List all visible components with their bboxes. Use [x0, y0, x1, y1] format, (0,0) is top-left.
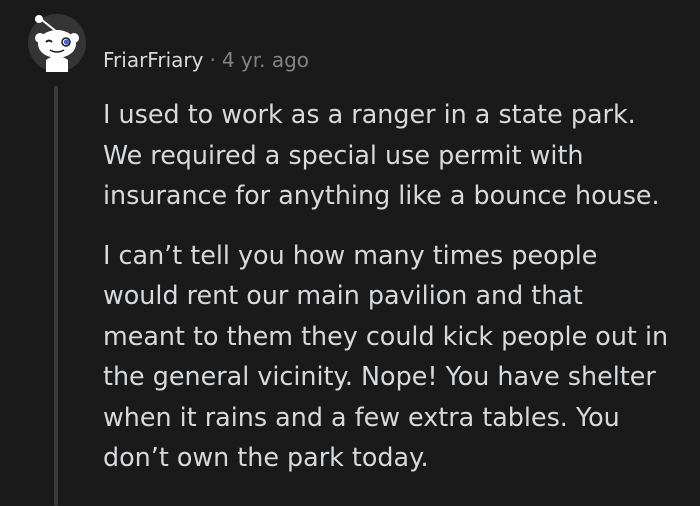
comment-timestamp[interactable]: 4 yr. ago — [222, 48, 309, 72]
snoo-avatar-icon — [28, 14, 86, 72]
user-avatar[interactable] — [28, 14, 86, 72]
meta-separator: · — [209, 48, 216, 72]
comment-body: I used to work as a ranger in a state pa… — [103, 94, 693, 478]
comment: FriarFriary · 4 yr. ago I used to work as … — [0, 0, 700, 506]
comment-meta: FriarFriary · 4 yr. ago — [103, 45, 309, 75]
comment-paragraph: I can’t tell you how many times people w… — [103, 239, 669, 473]
comment-paragraph: I used to work as a ranger in a state pa… — [103, 99, 660, 210]
author-username[interactable]: FriarFriary — [103, 48, 203, 72]
thread-collapse-line[interactable] — [54, 86, 58, 506]
